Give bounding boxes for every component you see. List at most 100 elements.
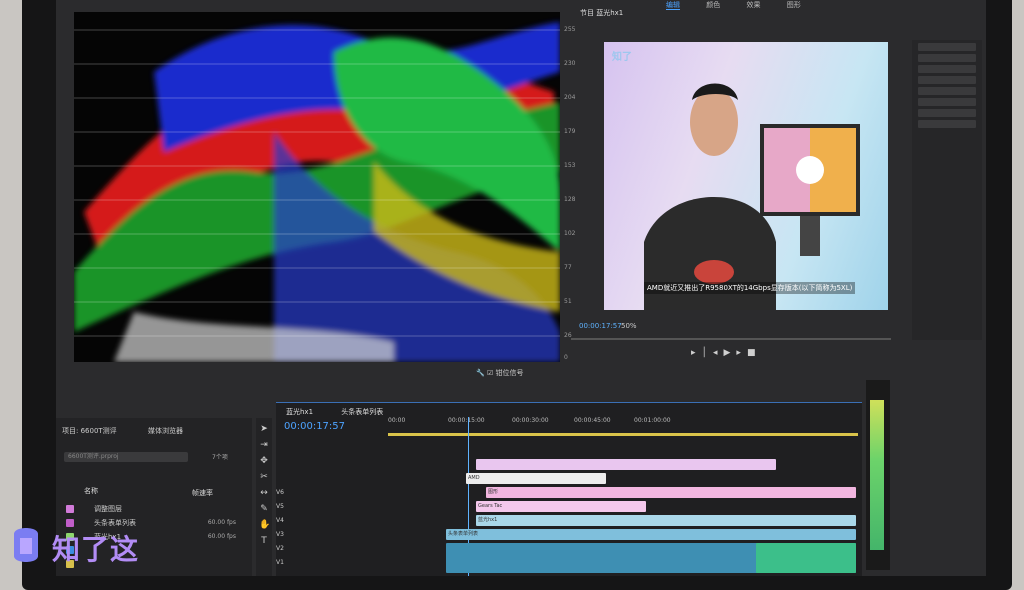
timeline-clip[interactable]: AMD [466, 473, 606, 484]
scale-label: 77 [564, 264, 572, 271]
track-label: V5 [276, 503, 284, 510]
timeline-clip[interactable]: 图形 [486, 487, 856, 498]
program-timecode[interactable]: 00:00:17:57 [579, 322, 622, 330]
tab-media-browser[interactable]: 媒体浏览器 [148, 426, 183, 436]
ruler-label: 00:00 [388, 417, 406, 424]
timeline-clip[interactable] [476, 459, 776, 470]
item-rate: 60.00 fps [207, 519, 236, 526]
scope-scale: 255 230 204 179 153 128 102 77 51 26 0 [564, 12, 578, 362]
scale-label: 179 [564, 128, 576, 135]
slip-tool-icon[interactable]: ↔ [259, 488, 269, 498]
audio-clip[interactable] [756, 543, 856, 573]
item-count: 7个项 [212, 454, 228, 461]
workspace-tabs[interactable]: 编辑 颜色 效果 图形 [666, 0, 825, 10]
type-tool-icon[interactable]: T [259, 536, 269, 546]
track-header-v6[interactable]: V6 [276, 489, 384, 503]
razor-tool-icon[interactable]: ✂ [259, 472, 269, 482]
ripple-edit-icon[interactable]: ✥ [259, 456, 269, 466]
tab-project[interactable]: 项目: 6600T测评 [62, 426, 117, 436]
panel-row[interactable] [918, 76, 976, 84]
track-header-v4[interactable]: V4 [276, 517, 384, 531]
program-scrubber[interactable] [571, 338, 891, 340]
panel-row[interactable] [918, 120, 976, 128]
audio-meter-level [870, 400, 884, 550]
info-panel [912, 40, 982, 340]
clip-label: 图形 [488, 489, 499, 495]
scale-label: 255 [564, 26, 576, 33]
zoom-select[interactable]: 50% [621, 322, 637, 330]
program-header: 节目 蓝光hx1 编辑 颜色 效果 图形 [576, 0, 986, 40]
mark-in-icon[interactable]: ▸ [691, 348, 702, 358]
mark-out-icon[interactable]: │ [702, 348, 713, 358]
timeline-timecode[interactable]: 00:00:17:57 [284, 421, 345, 432]
tab-sequence-2[interactable]: 头条表单列表 [341, 408, 383, 416]
timeline-tabs[interactable]: 蓝光hx1 头条表单列表 [286, 407, 409, 417]
clip-label: 蓝光hx1 [478, 517, 498, 523]
panel-row[interactable] [918, 43, 976, 51]
hand-tool-icon[interactable]: ✋ [259, 520, 270, 530]
project-search[interactable]: 6600T测评.prproj [64, 452, 188, 462]
col-rate[interactable]: 帧速率 [192, 488, 213, 498]
ruler-label: 00:00:45:00 [574, 417, 611, 424]
clip-label: 头条表单列表 [448, 531, 479, 537]
wrench-icon[interactable]: 🔧 [476, 369, 485, 377]
play-icon[interactable]: ▶ [723, 348, 736, 358]
premiere-window: 255 230 204 179 153 128 102 77 51 26 0 🔧… [56, 0, 986, 576]
work-area-bar[interactable] [388, 433, 858, 436]
col-name[interactable]: 名称 [84, 486, 98, 496]
logo-text: 知了这 [52, 533, 140, 566]
clip-label: Gears Tac [478, 503, 503, 509]
item-rate: 60.00 fps [207, 533, 236, 540]
tab-color[interactable]: 颜色 [706, 1, 720, 9]
track-header-v5[interactable]: V5 [276, 503, 384, 517]
lift-icon[interactable]: ■ [747, 348, 762, 358]
step-forward-icon[interactable]: ▸ [736, 348, 747, 358]
pen-tool-icon[interactable]: ✎ [259, 504, 269, 514]
scope-options[interactable]: 🔧 ☑ 钳位信号 [476, 368, 586, 382]
scale-label: 230 [564, 60, 576, 67]
track-label: V4 [276, 517, 284, 524]
tab-edit[interactable]: 编辑 [666, 1, 680, 10]
scale-label: 153 [564, 162, 576, 169]
list-item[interactable]: 调整图层 [66, 504, 246, 516]
program-title: 节目 蓝光hx1 [580, 9, 624, 17]
timeline-clip[interactable]: 头条表单列表 [446, 529, 856, 540]
track-header-v3[interactable]: V3 [276, 531, 384, 545]
scale-label: 51 [564, 298, 572, 305]
time-ruler[interactable]: 00:00 00:00:15:00 00:00:30:00 00:00:45:0… [388, 417, 858, 431]
panel-row[interactable] [918, 98, 976, 106]
audio-meter [866, 380, 890, 570]
timeline-clip[interactable]: Gears Tac [476, 501, 646, 512]
panel-row[interactable] [918, 87, 976, 95]
clamp-checkbox[interactable]: ☑ [487, 369, 493, 377]
tab-graphics[interactable]: 图形 [787, 1, 801, 9]
scale-label: 204 [564, 94, 576, 101]
track-label: V2 [276, 545, 284, 552]
scale-label: 0 [564, 354, 568, 361]
track-label: V3 [276, 531, 284, 538]
panel-row[interactable] [918, 65, 976, 73]
track-label: V1 [276, 559, 284, 566]
track-header-v1[interactable]: V1 [276, 559, 384, 573]
scale-label: 102 [564, 230, 576, 237]
program-controls: 00:00:17:57 50% ▸│◂▶▸■ [571, 318, 901, 366]
tab-effects[interactable]: 效果 [746, 1, 760, 9]
timeline-clip[interactable]: 蓝光hx1 [476, 515, 856, 526]
logo-icon [14, 528, 38, 562]
track-select-icon[interactable]: ⇥ [259, 440, 269, 450]
scale-label: 128 [564, 196, 576, 203]
panel-row[interactable] [918, 109, 976, 117]
tab-sequence-1[interactable]: 蓝光hx1 [286, 408, 313, 416]
ruler-label: 00:00:30:00 [512, 417, 549, 424]
ruler-label: 00:01:00:00 [634, 417, 671, 424]
selection-tool-icon[interactable]: ➤ [259, 424, 269, 434]
step-back-icon[interactable]: ◂ [713, 348, 724, 358]
lumetri-scope [74, 12, 560, 362]
brand-logo: 知了这 [8, 524, 158, 568]
panel-row[interactable] [918, 54, 976, 62]
timeline-panel: 蓝光hx1 头条表单列表 00:00:17:57 00:00 00:00:15:… [276, 402, 862, 576]
tools-panel: ➤ ⇥ ✥ ✂ ↔ ✎ ✋ T [256, 418, 272, 576]
video-content [644, 83, 860, 310]
track-header-v2[interactable]: V2 [276, 545, 384, 559]
clip-label: AMD [468, 475, 480, 481]
